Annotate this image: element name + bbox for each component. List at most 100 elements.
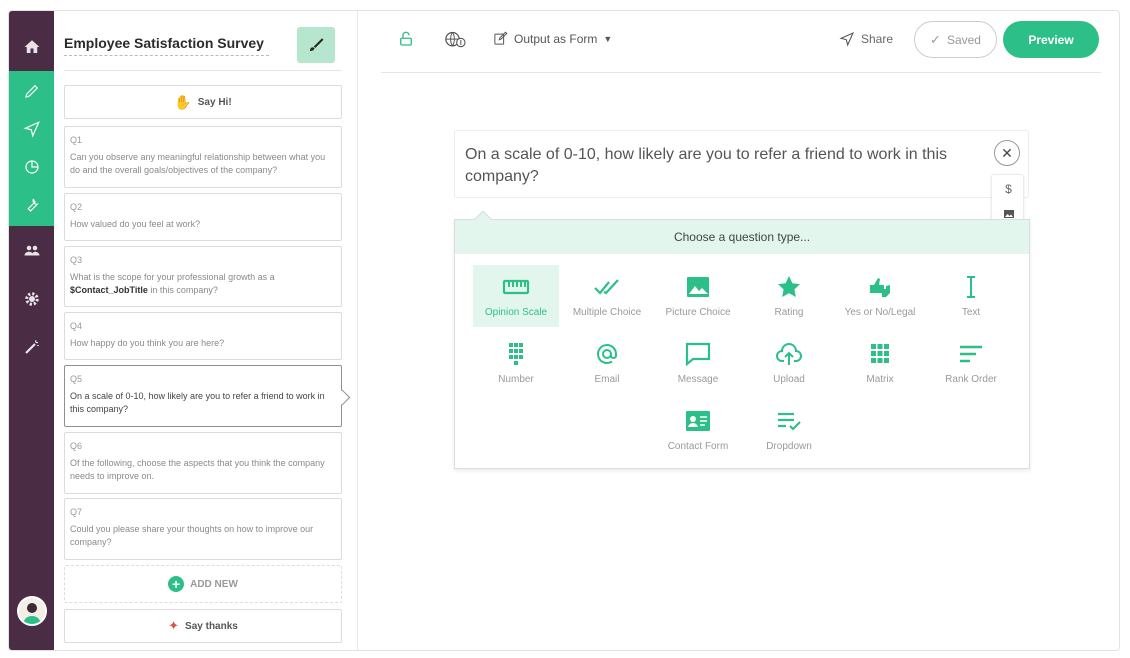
share-button[interactable]: Share: [839, 31, 893, 47]
distribute-nav-button[interactable]: [9, 109, 54, 149]
question-card-q1[interactable]: Q1 Can you observe any meaningful relati…: [64, 126, 342, 188]
add-new-button[interactable]: + ADD NEW: [64, 565, 342, 603]
question-card-q4[interactable]: Q4 How happy do you think you are here?: [64, 312, 342, 360]
editor-toolbar: Output as Form ▼ Share ✓ Saved Preview: [381, 11, 1101, 73]
dropdown-list-icon: [778, 412, 801, 431]
type-label: Rank Order: [945, 374, 997, 385]
gear-icon: [24, 292, 39, 306]
upload-icon: [776, 343, 802, 365]
thanks-label: Say thanks: [185, 620, 238, 632]
text-cursor-icon: [967, 276, 975, 298]
close-icon: ✕: [1001, 144, 1013, 161]
type-label: Number: [498, 374, 534, 385]
image-icon: [687, 277, 709, 297]
main-nav: [9, 11, 54, 650]
lock-button[interactable]: [397, 30, 415, 53]
survey-title[interactable]: Employee Satisfaction Survey: [64, 35, 269, 56]
question-text-part: in this company?: [147, 285, 218, 295]
magic-wand-icon: [24, 340, 39, 354]
question-text: How valued do you feel at work?: [70, 219, 201, 229]
saved-status-button[interactable]: ✓ Saved: [914, 21, 997, 58]
checkmark-icon: ✓: [930, 31, 941, 47]
matrix-icon: [871, 344, 889, 363]
type-contact-form[interactable]: Contact Form: [655, 399, 741, 461]
question-number: Q7: [70, 507, 83, 517]
question-card-q5[interactable]: Q5 On a scale of 0-10, how likely are yo…: [64, 365, 342, 427]
welcome-card[interactable]: ✋ Say Hi!: [64, 85, 342, 119]
at-icon: [597, 344, 617, 364]
welcome-label: Say Hi!: [197, 96, 232, 108]
analytics-nav-button[interactable]: [9, 147, 54, 187]
settings-nav-button[interactable]: [9, 279, 54, 319]
question-text: What is the scope for your professional …: [70, 271, 336, 297]
rank-icon: [960, 345, 982, 363]
question-text: Of the following, choose the aspects tha…: [70, 458, 325, 481]
question-card-q3[interactable]: Q3 What is the scope for your profession…: [64, 246, 342, 307]
output-format-dropdown[interactable]: Output as Form ▼: [493, 31, 612, 46]
star-icon: [778, 276, 800, 297]
type-picture-choice[interactable]: Picture Choice: [655, 265, 741, 327]
preview-button[interactable]: Preview: [1003, 21, 1099, 58]
party-popper-icon: ✦: [168, 618, 180, 633]
question-number: Q3: [70, 255, 83, 265]
questions-sidebar: Employee Satisfaction Survey ✋ Say Hi! Q…: [54, 11, 358, 650]
thanks-card[interactable]: ✦ Say thanks: [64, 609, 342, 643]
unlock-icon: [400, 31, 412, 46]
picker-header: Choose a question type...: [455, 220, 1029, 254]
type-dropdown[interactable]: Dropdown: [746, 399, 832, 461]
type-label: Picture Choice: [665, 307, 731, 318]
type-matrix[interactable]: Matrix: [837, 332, 923, 394]
pencil-icon: [24, 84, 38, 98]
type-label: Text: [961, 307, 981, 318]
message-icon: [685, 342, 711, 366]
ruler-icon: [502, 279, 530, 295]
wrench-icon: [26, 198, 39, 212]
question-number: Q6: [70, 441, 83, 451]
question-card-q6[interactable]: Q6 Of the following, choose the aspects …: [64, 432, 342, 494]
home-nav-button[interactable]: [9, 27, 54, 67]
contacts-nav-button[interactable]: [9, 231, 54, 271]
send-icon: [22, 121, 40, 138]
question-text: How happy do you think you are here?: [70, 338, 225, 348]
user-avatar[interactable]: [17, 596, 47, 626]
question-card-q7[interactable]: Q7 Could you please share your thoughts …: [64, 498, 342, 560]
type-email[interactable]: Email: [564, 332, 650, 394]
currency-tool[interactable]: $: [992, 182, 1025, 196]
type-label: Matrix: [866, 374, 894, 385]
magic-nav-button[interactable]: [9, 327, 54, 367]
type-number[interactable]: Number: [473, 332, 559, 394]
contact-variable: $Contact_JobTitle: [70, 285, 148, 295]
question-number: Q1: [70, 135, 83, 145]
edit-nav-button[interactable]: [9, 71, 54, 111]
question-text-part: What is the scope for your professional …: [70, 272, 275, 282]
contact-card-icon: [686, 411, 710, 431]
edit-icon: [494, 31, 508, 45]
type-rank-order[interactable]: Rank Order: [928, 332, 1014, 394]
type-rating[interactable]: Rating: [746, 265, 832, 327]
question-number: Q2: [70, 202, 83, 212]
theme-button[interactable]: [297, 27, 335, 63]
waving-hand-icon: ✋: [174, 93, 192, 110]
type-label: Multiple Choice: [572, 307, 642, 318]
type-multiple-choice[interactable]: Multiple Choice: [564, 265, 650, 327]
type-upload[interactable]: Upload: [746, 332, 832, 394]
type-text[interactable]: Text: [928, 265, 1014, 327]
question-card-q2[interactable]: Q2 How valued do you feel at work?: [64, 193, 342, 241]
language-currency-button[interactable]: [443, 30, 467, 55]
keypad-icon: [509, 343, 523, 365]
type-label: Message: [677, 374, 719, 385]
question-text: Could you please share your thoughts on …: [70, 524, 314, 547]
type-opinion-scale[interactable]: Opinion Scale: [473, 265, 559, 327]
share-label: Share: [861, 32, 894, 46]
close-question-button[interactable]: ✕: [994, 140, 1020, 166]
question-text-input[interactable]: On a scale of 0-10, how likely are you t…: [465, 144, 985, 188]
type-label: Dropdown: [766, 441, 812, 452]
question-editor[interactable]: On a scale of 0-10, how likely are you t…: [454, 130, 1029, 198]
double-check-icon: [594, 279, 619, 295]
integrations-nav-button[interactable]: [9, 185, 54, 225]
type-message[interactable]: Message: [655, 332, 741, 394]
type-yes-no-legal[interactable]: Yes or No/Legal: [837, 265, 923, 327]
question-number: Q4: [70, 321, 83, 331]
globe-currency-icon: [445, 31, 466, 48]
send-icon: [839, 31, 855, 47]
